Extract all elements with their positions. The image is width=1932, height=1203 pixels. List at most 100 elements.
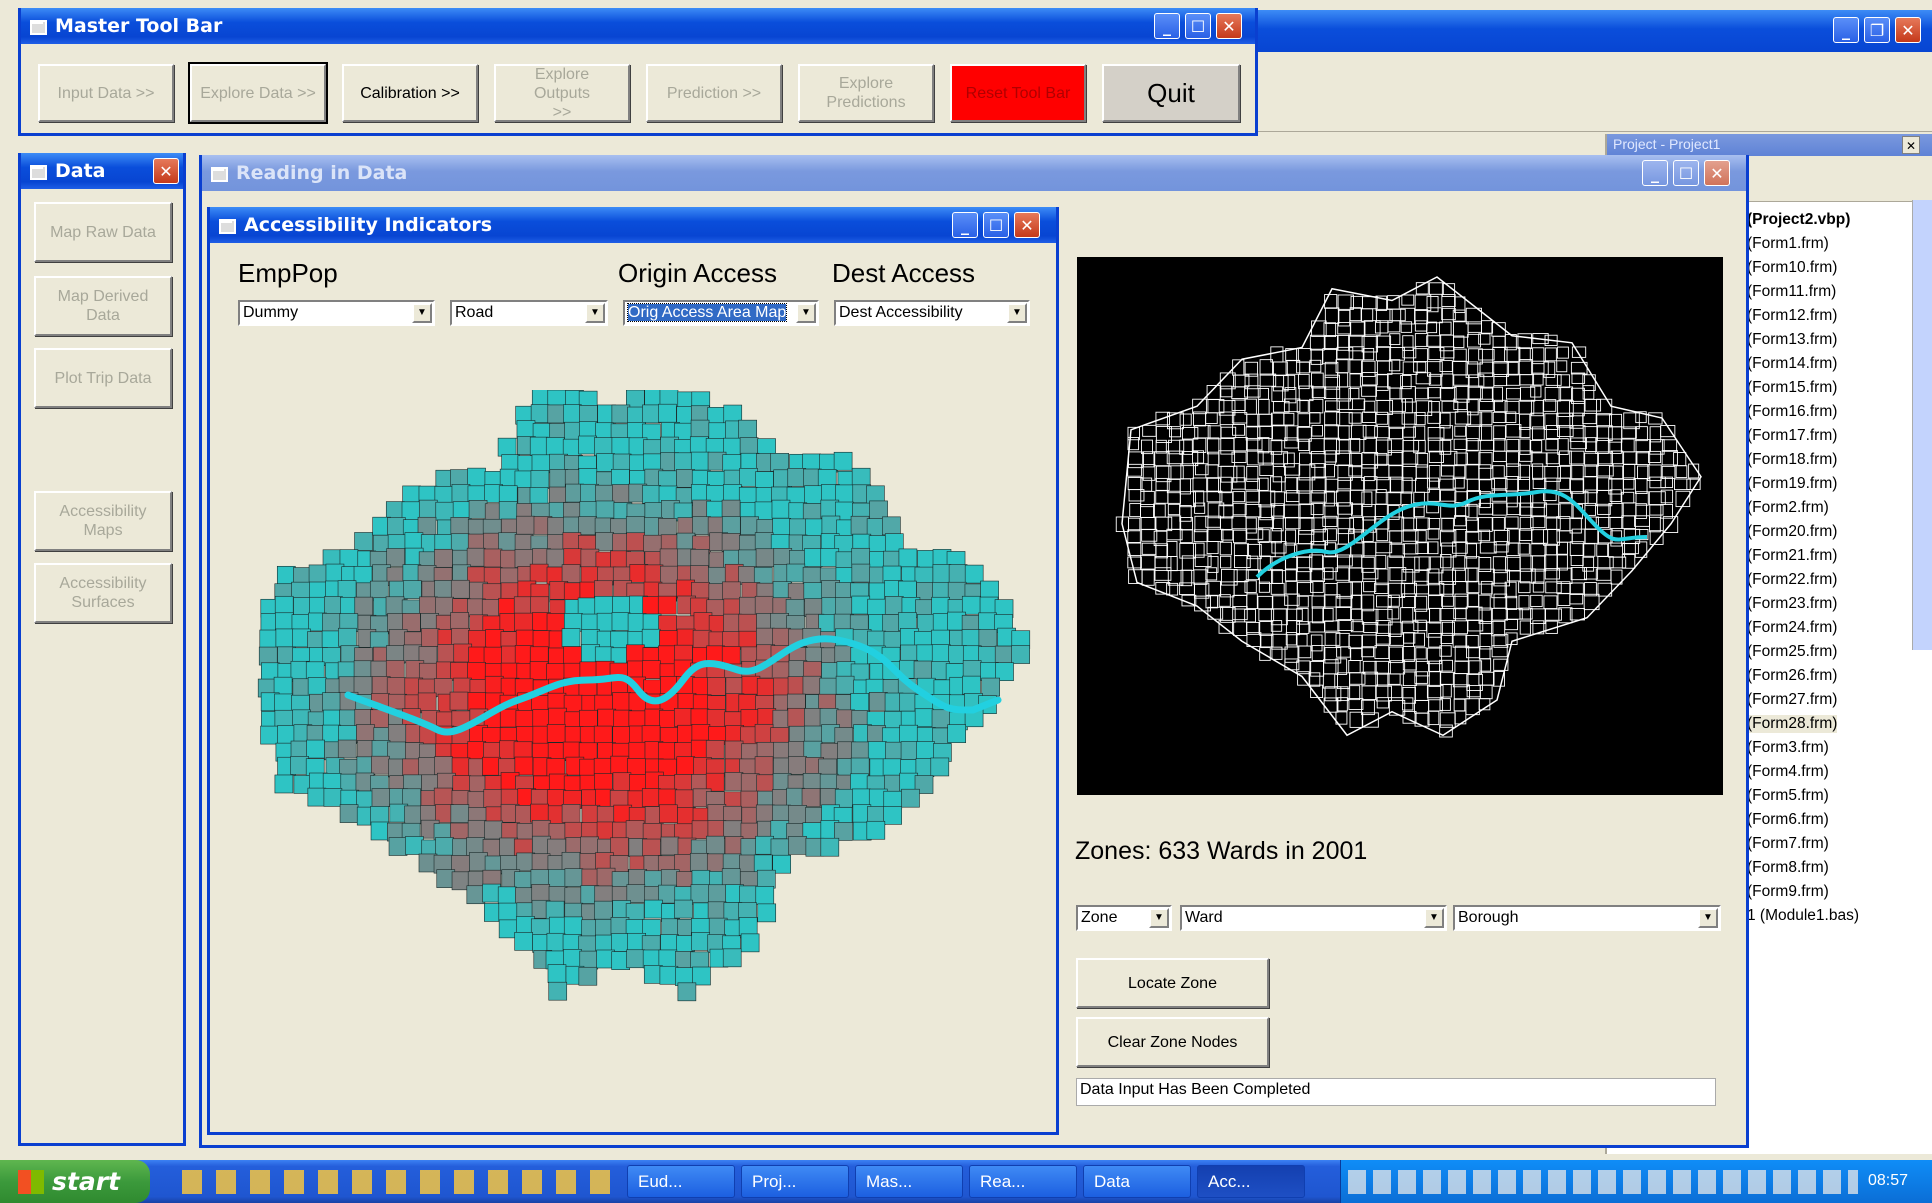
chevron-down-icon[interactable]: ▼: [412, 303, 432, 323]
task-reading[interactable]: Rea...: [969, 1165, 1077, 1198]
ward-zone: [804, 485, 823, 505]
maximize-button[interactable]: ☐: [1185, 13, 1211, 39]
accessibility-maps-button[interactable]: Accessibility Maps: [34, 491, 172, 551]
task-project[interactable]: Proj...: [741, 1165, 849, 1198]
project-tree-item[interactable]: (Project2.vbp): [1747, 211, 1850, 229]
locate-zone-button[interactable]: Locate Zone: [1076, 958, 1269, 1008]
minimize-button[interactable]: _: [952, 212, 978, 238]
ward-zone: [981, 677, 1000, 697]
ward-zone: [820, 837, 840, 857]
ward-zone: [755, 804, 775, 824]
dest-access-select[interactable]: Dest Accessibility ▼: [834, 300, 1030, 326]
close-button[interactable]: ✕: [1704, 160, 1730, 186]
zone-network-map[interactable]: [1077, 257, 1723, 795]
explore-data-button[interactable]: Explore Data >>: [188, 62, 328, 124]
chevron-down-icon[interactable]: ▼: [1007, 303, 1027, 323]
project-tree-item[interactable]: (Form28.frm): [1747, 715, 1838, 733]
project-tree-item[interactable]: 1 (Module1.bas): [1747, 907, 1859, 925]
map-derived-data-button[interactable]: Map Derived Data: [34, 276, 172, 336]
project-tree-item[interactable]: (Form19.frm): [1747, 475, 1837, 493]
task-data[interactable]: Data: [1083, 1165, 1191, 1198]
project-tree-item[interactable]: (Form20.frm): [1747, 523, 1837, 541]
minimize-button[interactable]: _: [1154, 13, 1180, 39]
ide-restore-button[interactable]: ❐: [1864, 17, 1890, 43]
ward-zone: [531, 454, 551, 474]
chevron-down-icon[interactable]: ▼: [1424, 908, 1444, 928]
emppop-select[interactable]: Dummy ▼: [238, 300, 435, 326]
project-tree-item[interactable]: (Form16.frm): [1747, 403, 1837, 421]
ward-select[interactable]: Ward ▼: [1180, 905, 1447, 931]
ward-zone: [387, 517, 406, 536]
project-tree-item[interactable]: (Form22.frm): [1747, 571, 1837, 589]
project-tree-item[interactable]: (Form4.frm): [1747, 763, 1829, 781]
project-tree-item[interactable]: (Form6.frm): [1747, 811, 1829, 829]
origin-access-select[interactable]: Orig Access Area Map ▼: [623, 300, 819, 326]
chevron-down-icon[interactable]: ▼: [796, 303, 816, 323]
quit-button[interactable]: Quit: [1102, 64, 1240, 122]
quicklaunch-icons[interactable]: [182, 1170, 622, 1194]
explore-outputs-button[interactable]: Explore Outputs >>: [494, 64, 630, 122]
task-master[interactable]: Mas...: [855, 1165, 963, 1198]
project-tree-item[interactable]: (Form23.frm): [1747, 595, 1837, 613]
scrollbar[interactable]: [1912, 200, 1932, 650]
close-button[interactable]: ✕: [1014, 212, 1040, 238]
close-button[interactable]: ✕: [153, 158, 179, 184]
ward-zone: [788, 755, 807, 775]
project-tree-item[interactable]: (Form7.frm): [1747, 835, 1829, 853]
chevron-down-icon[interactable]: ▼: [1698, 908, 1718, 928]
zone-select[interactable]: Zone ▼: [1076, 905, 1172, 931]
project-tree-item[interactable]: (Form8.frm): [1747, 859, 1829, 877]
project-tree-item[interactable]: (Form5.frm): [1747, 787, 1829, 805]
accessibility-map[interactable]: [228, 390, 1044, 1030]
chevron-down-icon[interactable]: ▼: [1149, 908, 1169, 928]
mode-select[interactable]: Road ▼: [450, 300, 608, 326]
project-tree-item[interactable]: (Form12.frm): [1747, 307, 1837, 325]
project-tree-item[interactable]: (Form24.frm): [1747, 619, 1837, 637]
ide-minimize-button[interactable]: _: [1833, 17, 1859, 43]
project-tree-item[interactable]: (Form17.frm): [1747, 427, 1837, 445]
project-tree-item[interactable]: (Form14.frm): [1747, 355, 1837, 373]
ward-zone: [499, 708, 519, 728]
project-tree-item[interactable]: (Form18.frm): [1747, 451, 1837, 469]
tray-icons[interactable]: [1348, 1170, 1858, 1194]
task-eudora[interactable]: Eud...: [627, 1165, 735, 1198]
maximize-button[interactable]: ☐: [983, 212, 1009, 238]
project-tree-item[interactable]: (Form11.frm): [1747, 283, 1836, 301]
input-data-button[interactable]: Input Data >>: [38, 64, 174, 122]
minimize-button[interactable]: _: [1642, 160, 1668, 186]
project-tree-item[interactable]: (Form21.frm): [1747, 547, 1837, 565]
ward-zone: [674, 452, 693, 472]
project-tree-item[interactable]: (Form27.frm): [1747, 691, 1837, 709]
accessibility-surfaces-button[interactable]: Accessibility Surfaces: [34, 563, 172, 623]
project-tree-item[interactable]: (Form15.frm): [1747, 379, 1837, 397]
start-button[interactable]: start: [0, 1160, 150, 1203]
reset-toolbar-button[interactable]: Reset Tool Bar: [950, 64, 1086, 122]
maximize-button[interactable]: ☐: [1673, 160, 1699, 186]
project-tree-item[interactable]: (Form26.frm): [1747, 667, 1837, 685]
clear-zone-nodes-button[interactable]: Clear Zone Nodes: [1076, 1017, 1269, 1067]
project-tree-item[interactable]: (Form3.frm): [1747, 739, 1829, 757]
borough-select[interactable]: Borough ▼: [1453, 905, 1721, 931]
plot-trip-data-button[interactable]: Plot Trip Data: [34, 348, 172, 408]
explore-predictions-button[interactable]: Explore Predictions: [798, 64, 934, 122]
close-button[interactable]: ✕: [1216, 13, 1242, 39]
ward-zone: [482, 756, 501, 776]
chevron-down-icon[interactable]: ▼: [585, 303, 605, 323]
ide-close-button[interactable]: ✕: [1895, 17, 1921, 43]
project-tree-item[interactable]: (Form2.frm): [1747, 499, 1829, 517]
task-label: Rea...: [980, 1171, 1026, 1191]
prediction-button[interactable]: Prediction >>: [646, 64, 782, 122]
ward-zone: [642, 404, 661, 424]
ward-zone: [466, 547, 486, 567]
calibration-button[interactable]: Calibration >>: [342, 64, 478, 122]
project-tree-item[interactable]: (Form13.frm): [1747, 331, 1837, 349]
ward-zone: [594, 437, 613, 456]
project-tree-item[interactable]: (Form25.frm): [1747, 643, 1837, 661]
task-accessibility[interactable]: Acc...: [1197, 1165, 1305, 1198]
project-tree-item[interactable]: (Form1.frm): [1747, 235, 1829, 253]
ward-zone: [402, 485, 421, 505]
project-panel-close-icon[interactable]: ✕: [1902, 136, 1920, 154]
project-tree-item[interactable]: (Form9.frm): [1747, 883, 1829, 901]
map-raw-data-button[interactable]: Map Raw Data: [34, 202, 172, 262]
project-tree-item[interactable]: (Form10.frm): [1747, 259, 1837, 277]
